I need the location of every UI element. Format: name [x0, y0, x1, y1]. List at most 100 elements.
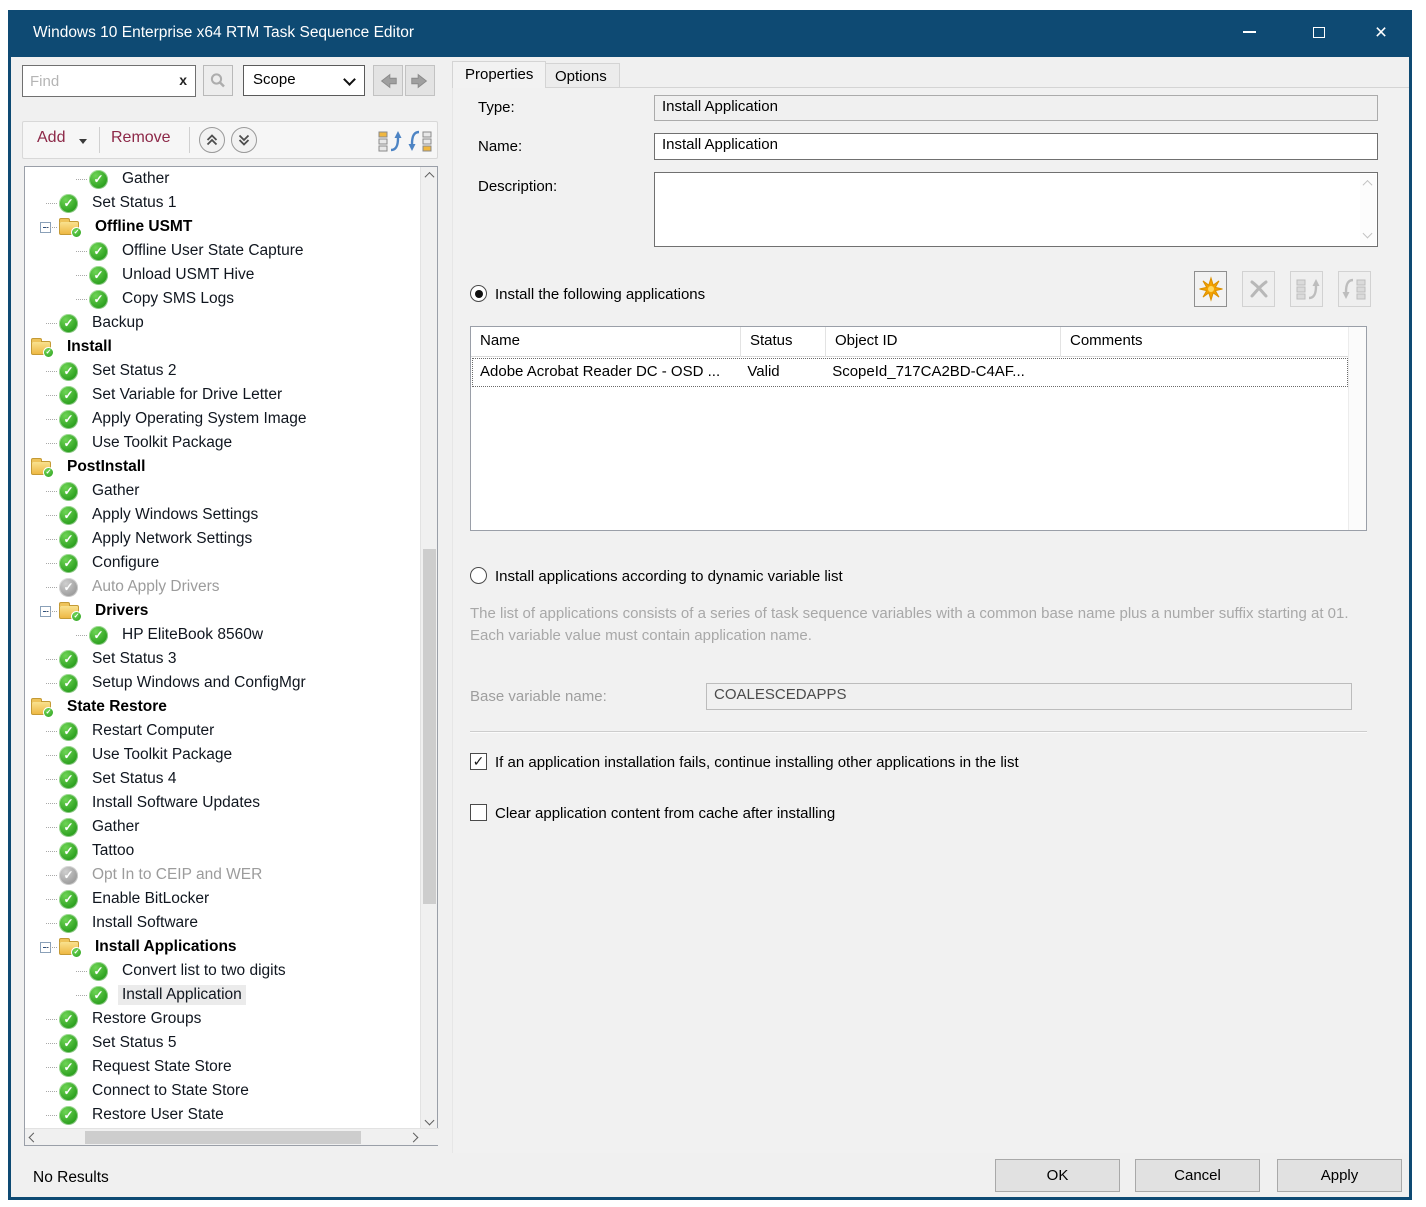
tree-item[interactable]: ✓HP EliteBook 8560w [25, 623, 421, 647]
tree-item[interactable]: ✓Gather [25, 815, 421, 839]
tree-item[interactable]: ✓Auto Apply Drivers [25, 575, 421, 599]
minimize-button[interactable] [1226, 10, 1272, 54]
promote-item-button[interactable] [375, 127, 402, 154]
tree-group[interactable]: ✓Drivers [25, 599, 421, 623]
name-field[interactable]: Install Application [654, 133, 1378, 160]
tree-horizontal-scrollbar[interactable] [25, 1128, 439, 1145]
green-check-icon: ✓ [89, 290, 108, 309]
find-clear-button[interactable]: x [179, 72, 187, 88]
add-application-button[interactable] [1194, 271, 1227, 307]
task-sequence-editor-window: Windows 10 Enterprise x64 RTM Task Seque… [8, 10, 1412, 1200]
tree-item[interactable]: ✓Backup [25, 311, 421, 335]
tree-item[interactable]: ✓Offline User State Capture [25, 239, 421, 263]
move-application-up-button[interactable] [1290, 271, 1323, 307]
tree-group[interactable]: ✓Install [25, 335, 421, 359]
tree-item[interactable]: ✓Apply Network Settings [25, 527, 421, 551]
tree-group[interactable]: ✓State Restore [25, 695, 421, 719]
tree-item-label: Gather [88, 817, 143, 837]
scroll-left-arrow-icon[interactable] [25, 1129, 42, 1146]
move-step-up-button[interactable] [199, 127, 225, 153]
tree-item[interactable]: ✓Enable BitLocker [25, 887, 421, 911]
column-header[interactable]: Object ID [826, 327, 1061, 357]
tree-item[interactable]: ✓Setup Windows and ConfigMgr [25, 671, 421, 695]
tree-item[interactable]: ✓Request State Store [25, 1055, 421, 1079]
tree-item[interactable]: ✓Gather [25, 479, 421, 503]
application-row[interactable]: Adobe Acrobat Reader DC - OSD ...ValidSc… [473, 359, 1347, 386]
tree-item[interactable]: ✓Use Toolkit Package [25, 743, 421, 767]
application-cell: Adobe Acrobat Reader DC - OSD ... [473, 359, 740, 386]
add-dropdown-caret-icon[interactable] [79, 139, 87, 144]
tab-properties[interactable]: Properties [452, 61, 546, 88]
tab-options[interactable]: Options [542, 63, 620, 88]
move-application-down-button[interactable] [1338, 271, 1371, 307]
clear-cache-checkbox[interactable] [470, 804, 487, 821]
column-header[interactable]: Comments [1061, 327, 1349, 357]
tree-item[interactable]: ✓Copy SMS Logs [25, 287, 421, 311]
demote-item-button[interactable] [407, 127, 434, 154]
description-field[interactable] [654, 172, 1378, 247]
close-button[interactable]: × [1358, 10, 1404, 54]
tree-item[interactable]: ✓Restore Groups [25, 1007, 421, 1031]
scroll-up-arrow-icon[interactable] [421, 167, 438, 184]
tree-group[interactable]: ✓PostInstall [25, 455, 421, 479]
tree-item[interactable]: ✓Unload USMT Hive [25, 263, 421, 287]
scroll-right-arrow-icon[interactable] [405, 1129, 422, 1146]
scroll-down-arrow-icon[interactable] [421, 1112, 438, 1129]
scroll-up-arrow-icon[interactable] [1363, 180, 1373, 190]
tree-item[interactable]: ✓Connect to State Store [25, 1079, 421, 1103]
apply-button[interactable]: Apply [1277, 1159, 1402, 1192]
column-header[interactable]: Status [741, 327, 826, 357]
maximize-button[interactable] [1296, 10, 1342, 54]
radio-install-following-applications[interactable] [470, 285, 487, 302]
double-chevron-down-icon [235, 131, 253, 149]
tree-connector-line [46, 227, 57, 228]
tree-item[interactable]: ✓Apply Windows Settings [25, 503, 421, 527]
horizontal-scroll-thumb[interactable] [85, 1131, 361, 1144]
ok-button[interactable]: OK [995, 1159, 1120, 1192]
tree-vertical-scrollbar[interactable] [420, 167, 437, 1129]
vertical-scroll-thumb[interactable] [423, 549, 436, 904]
tree-item[interactable]: ✓Set Status 4 [25, 767, 421, 791]
tree-item[interactable]: ✓Configure [25, 551, 421, 575]
radio-dynamic-variable-list[interactable] [470, 567, 487, 584]
find-input[interactable] [30, 71, 170, 91]
delete-application-button[interactable] [1242, 271, 1275, 307]
green-check-icon: ✓ [59, 650, 78, 669]
tree-item[interactable]: ✓Opt In to CEIP and WER [25, 863, 421, 887]
tree-item[interactable]: ✓Set Status 3 [25, 647, 421, 671]
tree-connector-line [46, 443, 57, 444]
tree-group[interactable]: ✓Install Applications [25, 935, 421, 959]
tree-item[interactable]: ✓Tattoo [25, 839, 421, 863]
find-previous-button[interactable] [373, 65, 403, 96]
remove-button[interactable]: Remove [111, 129, 171, 147]
tree-item-label: Offline User State Capture [118, 241, 308, 261]
tree-item[interactable]: ✓Install Software [25, 911, 421, 935]
find-next-button[interactable] [405, 65, 435, 96]
move-step-down-button[interactable] [231, 127, 257, 153]
add-button[interactable]: Add [37, 129, 65, 147]
tree-item[interactable]: ✓Set Status 5 [25, 1031, 421, 1055]
tree-item[interactable]: ✓Apply Operating System Image [25, 407, 421, 431]
tree-item[interactable]: ✓Restore User State [25, 1103, 421, 1127]
description-scrollbar[interactable] [1360, 174, 1376, 245]
tree-item[interactable]: ✓Use Toolkit Package [25, 431, 421, 455]
cancel-button[interactable]: Cancel [1135, 1159, 1260, 1192]
tree-group[interactable]: ✓Offline USMT [25, 215, 421, 239]
tree-connector-line [46, 731, 57, 732]
tree-item[interactable]: ✓Set Status 2 [25, 359, 421, 383]
tree-item[interactable]: ✓Install Software Updates [25, 791, 421, 815]
scroll-down-arrow-icon[interactable] [1363, 229, 1373, 239]
tree-item[interactable]: ✓Restart Computer [25, 719, 421, 743]
tree-item[interactable]: ✓Set Status 1 [25, 191, 421, 215]
tree-item[interactable]: ✓Set Variable for Drive Letter [25, 383, 421, 407]
tree-item[interactable]: ✓Install Application [25, 983, 421, 1007]
tree-item[interactable]: ✓Gather [25, 167, 421, 191]
arrow-right-icon [409, 70, 431, 92]
continue-on-fail-checkbox[interactable]: ✓ [470, 753, 487, 770]
scope-dropdown[interactable]: Scope [243, 65, 365, 96]
search-button[interactable] [203, 65, 233, 96]
column-header[interactable]: Name [471, 327, 741, 357]
tree-item[interactable]: ✓Convert list to two digits [25, 959, 421, 983]
tree-item-label: Install Software [88, 913, 202, 933]
disabled-check-icon: ✓ [59, 866, 78, 885]
